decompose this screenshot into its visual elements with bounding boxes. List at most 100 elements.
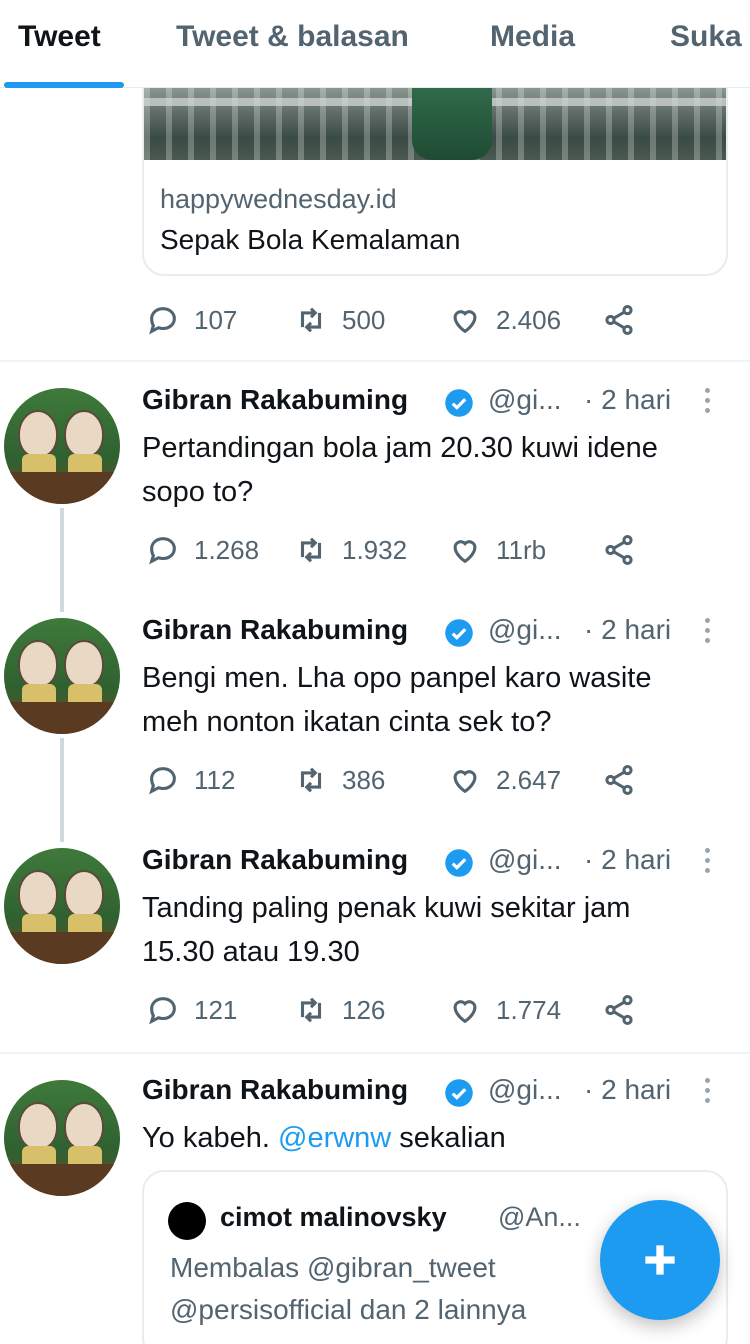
retweet-button[interactable]: 500	[294, 300, 385, 340]
link-preview-card[interactable]: happywednesday.id Sepak Bola Kemalaman	[142, 88, 728, 276]
share-button[interactable]	[602, 990, 636, 1030]
author-handle[interactable]: @gi...	[488, 614, 562, 646]
tweet-actions: 107 500 2.406	[142, 300, 642, 340]
like-count: 11rb	[496, 534, 547, 565]
more-icon[interactable]	[702, 1078, 712, 1108]
avatar[interactable]	[4, 1080, 120, 1196]
tweet-text-line: Tanding paling penak kuwi sekitar jam	[142, 892, 631, 924]
author-name[interactable]: Gibran Rakabuming	[142, 1074, 408, 1106]
reply-button[interactable]: 107	[146, 300, 237, 340]
reply-icon	[149, 767, 176, 795]
mention-link[interactable]: @erwnw	[278, 1122, 391, 1154]
more-icon[interactable]	[702, 388, 712, 418]
tweet-divider	[0, 360, 750, 362]
profile-tabs: Tweet Tweet & balasan Media Suka	[0, 0, 750, 88]
tweet-text-line: Bengi men. Lha opo panpel karo wasite	[142, 662, 652, 694]
author-name[interactable]: Gibran Rakabuming	[142, 384, 408, 416]
author-name[interactable]: Gibran Rakabuming	[142, 614, 408, 646]
tweet-header: Gibran Rakabuming @gi... · 2 hari	[142, 384, 722, 424]
like-icon	[453, 770, 477, 794]
thread-connector	[60, 738, 64, 842]
verified-badge-icon	[445, 849, 473, 877]
quote-author-name: cimot malinovsky	[220, 1202, 447, 1232]
tweet-time[interactable]: · 2 hari	[584, 1074, 671, 1106]
share-icon	[605, 534, 633, 566]
reply-count: 121	[194, 994, 238, 1025]
reply-count: 1.268	[194, 534, 260, 565]
like-icon	[453, 310, 477, 334]
author-handle[interactable]: @gi...	[488, 844, 562, 876]
tweet-actions: 121 126 1.774	[142, 990, 642, 1030]
verified-badge-icon	[445, 389, 473, 417]
tweet-text: Bengi men. Lha opo panpel karo wasite me…	[142, 656, 732, 744]
avatar[interactable]	[4, 848, 120, 964]
tweet-text-line: Pertandingan bola jam 20.30 kuwi idene	[142, 432, 658, 464]
author-name[interactable]: Gibran Rakabuming	[142, 844, 408, 876]
compose-tweet-button[interactable]	[600, 1200, 720, 1320]
retweet-count: 1.932	[342, 534, 408, 565]
tweet-header: Gibran Rakabuming @gi... · 2 hari	[142, 614, 722, 654]
retweet-button[interactable]: 1.932	[294, 530, 407, 570]
tweet-text-segment: Yo kabeh.	[142, 1122, 278, 1154]
share-button[interactable]	[602, 530, 636, 570]
share-icon	[605, 994, 633, 1026]
quote-author-handle: @An...	[498, 1202, 581, 1232]
tweet-divider	[0, 1052, 750, 1054]
tweet-header: Gibran Rakabuming @gi... · 2 hari	[142, 1074, 722, 1114]
tweet-time[interactable]: · 2 hari	[584, 844, 671, 876]
retweet-icon	[300, 537, 322, 563]
compose-plus-icon	[645, 1245, 675, 1275]
tweet-text: Tanding paling penak kuwi sekitar jam 15…	[142, 886, 732, 974]
tab-tweet[interactable]: Tweet	[18, 20, 101, 54]
active-tab-indicator	[4, 82, 124, 88]
tweet-text-line: sopo to?	[142, 476, 254, 508]
tweet-actions: 1.268 1.932 11rb	[142, 530, 642, 570]
avatar[interactable]	[4, 618, 120, 734]
retweet-count: 126	[342, 994, 386, 1025]
retweet-button[interactable]: 386	[294, 760, 385, 800]
retweet-icon	[300, 307, 322, 333]
reply-icon	[149, 307, 176, 335]
like-button[interactable]: 2.647	[448, 760, 561, 800]
tweet-text-line: 15.30 atau 19.30	[142, 936, 360, 968]
link-domain: happywednesday.id	[160, 184, 397, 214]
author-handle[interactable]: @gi...	[488, 384, 562, 416]
like-count: 1.774	[496, 994, 562, 1025]
like-button[interactable]: 11rb	[448, 530, 546, 570]
more-icon[interactable]	[702, 848, 712, 878]
thread-connector	[60, 508, 64, 612]
share-button[interactable]	[602, 760, 636, 800]
reply-icon	[149, 997, 176, 1025]
quote-reply-context: @persisofficial dan 2 lainnya	[170, 1294, 527, 1325]
tweet-actions: 112 386 2.647	[142, 760, 642, 800]
verified-badge-icon	[445, 1079, 473, 1107]
reply-button[interactable]: 112	[146, 760, 235, 800]
like-button[interactable]: 1.774	[448, 990, 561, 1030]
quote-reply-context: Membalas @gibran_tweet	[170, 1252, 496, 1283]
tweet-time[interactable]: · 2 hari	[584, 384, 671, 416]
reply-button[interactable]: 1.268	[146, 530, 259, 570]
retweet-count: 386	[342, 764, 386, 795]
reply-icon	[149, 537, 176, 565]
like-button[interactable]: 2.406	[448, 300, 561, 340]
tab-likes[interactable]: Suka	[670, 20, 742, 54]
tweet-time[interactable]: · 2 hari	[584, 614, 671, 646]
like-icon	[453, 540, 477, 564]
reply-count: 107	[194, 304, 238, 335]
tweet-header: Gibran Rakabuming @gi... · 2 hari	[142, 844, 722, 884]
retweet-count: 500	[342, 304, 386, 335]
author-handle[interactable]: @gi...	[488, 1074, 562, 1106]
retweet-button[interactable]: 126	[294, 990, 385, 1030]
share-icon	[605, 304, 633, 336]
share-button[interactable]	[602, 300, 636, 340]
like-icon	[453, 1000, 477, 1024]
like-count: 2.647	[496, 764, 562, 795]
avatar[interactable]	[4, 388, 120, 504]
link-title: Sepak Bola Kemalaman	[160, 224, 461, 255]
reply-button[interactable]: 121	[146, 990, 237, 1030]
tab-media[interactable]: Media	[490, 20, 575, 54]
quote-avatar	[168, 1202, 206, 1240]
more-icon[interactable]	[702, 618, 712, 648]
retweet-icon	[300, 997, 322, 1023]
tab-tweet-replies[interactable]: Tweet & balasan	[176, 20, 409, 54]
